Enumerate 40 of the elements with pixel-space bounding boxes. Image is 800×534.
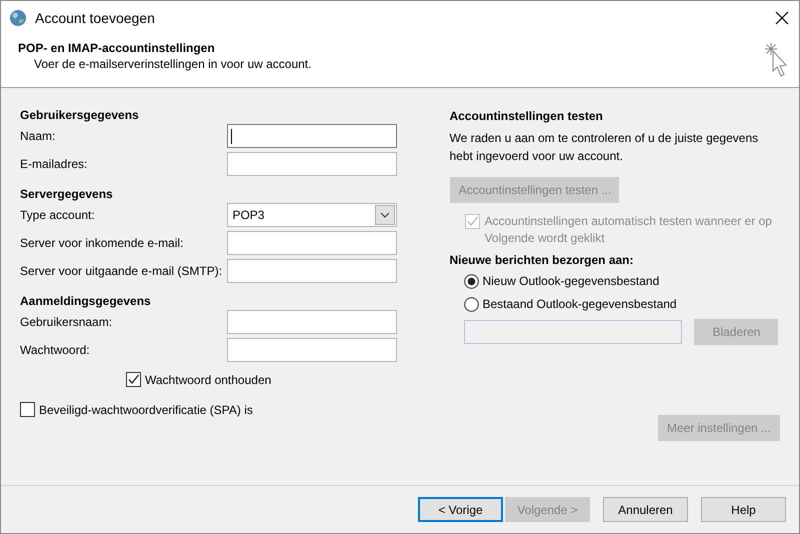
radio-button[interactable] — [464, 274, 480, 288]
checkbox-label: Accountinstellingen automatisch testen wanneer er op Volgende wordt geklikt — [484, 213, 773, 247]
dialog-button[interactable]: Help — [701, 497, 786, 522]
field-label: Server voor uitgaande e-mail (SMTP): — [20, 264, 222, 278]
globe-icon — [9, 9, 27, 27]
input-field[interactable] — [227, 124, 398, 148]
field-label: Naam: — [20, 129, 56, 143]
radio-button[interactable] — [464, 296, 480, 312]
account-type-dropdown[interactable]: POP3 — [227, 203, 398, 227]
radio-label: Bestaand Outlook-gegevensbestand — [482, 297, 677, 311]
window-title: Account toevoegen — [35, 10, 156, 26]
chevron-icon[interactable] — [375, 205, 396, 225]
description-text: We raden u aan om te controleren of u de juiste gegevens hebt ingevoerd voor uw account. — [449, 130, 760, 165]
field-label: Wachtwoord: — [20, 343, 90, 357]
checkbox-label: Wachtwoord onthouden — [145, 372, 272, 386]
radio-label: Nieuw Outlook-gegevensbestand — [482, 274, 660, 288]
input-field[interactable] — [227, 152, 398, 176]
dialog-button[interactable]: Annuleren — [603, 497, 688, 522]
checkbox-label: Beveiligd-wachtwoordverificatie (SPA) is — [39, 402, 253, 416]
close-icon[interactable] — [775, 11, 789, 25]
file-path-field[interactable] — [464, 320, 682, 344]
section-heading: Servergegevens — [20, 187, 114, 201]
input-field[interactable] — [227, 259, 398, 283]
cursor-sparkle-icon — [763, 41, 789, 79]
section-heading: Gebruikersgegevens — [20, 108, 140, 122]
section-heading: Aanmeldingsgegevens — [20, 294, 152, 308]
page-title: POP- en IMAP-accountinstellingen — [18, 41, 216, 55]
dialog-button[interactable]: < Vorige — [418, 497, 503, 522]
section-heading: Nieuwe berichten bezorgen aan: — [449, 253, 635, 267]
checkbox[interactable] — [126, 372, 141, 387]
input-field[interactable] — [227, 231, 398, 255]
field-label: Gebruikersnaam: — [20, 315, 112, 329]
field-label: E-mailadres: — [20, 157, 88, 171]
input-field[interactable] — [227, 338, 398, 362]
section-heading: Accountinstellingen testen — [449, 109, 604, 123]
field-label: Server voor inkomende e-mail: — [20, 236, 184, 250]
page-subtitle: Voer de e-mailserverinstellingen in voor uw account. — [33, 57, 312, 71]
checkbox[interactable] — [20, 402, 35, 417]
input-field[interactable] — [227, 310, 398, 334]
field-label: Type account: — [20, 208, 95, 222]
